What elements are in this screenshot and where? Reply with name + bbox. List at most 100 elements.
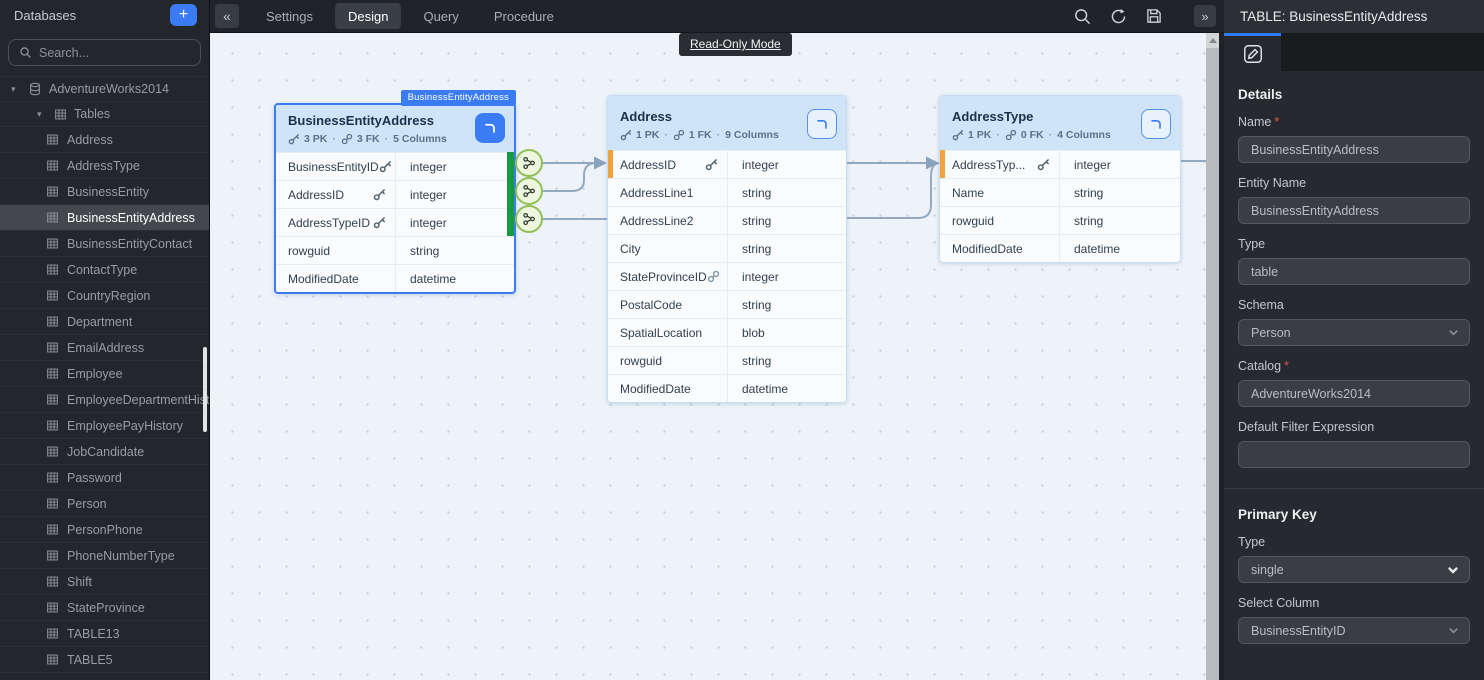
column-row[interactable]: AddressTypeID integer (276, 208, 514, 236)
fk-count: 3 FK (357, 133, 380, 145)
catalog-field[interactable] (1238, 380, 1470, 407)
sidebar-item-table[interactable]: EmailAddress (0, 334, 209, 360)
collapse-sidebar-button[interactable]: « (215, 4, 239, 28)
schema-dropdown[interactable]: Person (1238, 319, 1470, 346)
view-tab[interactable]: Settings (253, 3, 326, 29)
sidebar-item-table[interactable]: BusinessEntityAddress (0, 204, 209, 230)
column-type: string (728, 179, 846, 206)
er-node-businessentityaddress[interactable]: BusinessEntityAddress BusinessEntityAddr… (274, 103, 516, 294)
sidebar-item-table[interactable]: JobCandidate (0, 438, 209, 464)
pk-column-dropdown[interactable]: BusinessEntityID (1238, 617, 1470, 644)
table-icon (46, 133, 59, 146)
sidebar-item-table[interactable]: StateProvince (0, 594, 209, 620)
column-row[interactable]: AddressTyp... integer (940, 150, 1180, 178)
column-row[interactable]: rowguid string (608, 346, 846, 374)
tree-node-tables-group[interactable]: ▾ Tables (0, 101, 209, 126)
tab-edit[interactable] (1224, 33, 1281, 71)
search-icon[interactable] (1073, 7, 1092, 26)
chevron-down-icon[interactable]: ▾ (37, 109, 47, 120)
column-row[interactable]: ModifiedDate datetime (276, 264, 514, 292)
sidebar-item-table[interactable]: BusinessEntity (0, 178, 209, 204)
sidebar-item-table[interactable]: Person (0, 490, 209, 516)
refresh-icon[interactable] (1109, 7, 1128, 26)
pk-column-label: Select Column (1238, 596, 1470, 610)
view-tab[interactable]: Design (335, 3, 401, 29)
node-header: AddressType 1 PK · 0 FK · 4 Columns (940, 96, 1180, 150)
primary-key-heading: Primary Key (1238, 507, 1470, 522)
sidebar-item-table[interactable]: Employee (0, 360, 209, 386)
column-row[interactable]: BusinessEntityID integer (276, 152, 514, 180)
toolbar-actions: » (1073, 5, 1218, 27)
sidebar-item-table[interactable]: EmployeePayHistory (0, 412, 209, 438)
column-type: integer (728, 151, 846, 178)
table-name: StateProvince (67, 601, 145, 615)
column-row[interactable]: SpatialLocation blob (608, 318, 846, 346)
expand-panel-button[interactable]: » (1194, 5, 1216, 27)
column-name: PostalCode (620, 298, 682, 312)
search-input[interactable] (39, 46, 190, 60)
sidebar-item-table[interactable]: CountryRegion (0, 282, 209, 308)
scroll-up-button[interactable] (1206, 33, 1219, 48)
relation-connector-icon[interactable] (515, 177, 543, 205)
relations-toggle-button[interactable] (807, 109, 837, 139)
column-row[interactable]: rowguid string (940, 206, 1180, 234)
relations-toggle-button[interactable] (1141, 109, 1171, 139)
sidebar-item-table[interactable]: PhoneNumberType (0, 542, 209, 568)
er-diagram-canvas[interactable]: Read-Only Mode BusinessEntityAddress Bus… (210, 33, 1224, 680)
database-name: AdventureWorks2014 (49, 82, 169, 96)
column-row[interactable]: AddressLine2 string (608, 206, 846, 234)
add-database-button[interactable]: + (170, 4, 197, 26)
er-node-address[interactable]: Address 1 PK · 1 FK · 9 Columns (607, 95, 847, 403)
column-row[interactable]: rowguid string (276, 236, 514, 264)
save-icon[interactable] (1145, 7, 1163, 25)
view-tab[interactable]: Procedure (481, 3, 567, 29)
relation-connector-icon[interactable] (515, 149, 543, 177)
column-row[interactable]: AddressID integer (608, 150, 846, 178)
sidebar-scrollbar-thumb[interactable] (203, 347, 207, 432)
column-row[interactable]: ModifiedDate datetime (940, 234, 1180, 262)
relation-connector-icon[interactable] (515, 205, 543, 233)
filter-expression-field[interactable] (1238, 441, 1470, 468)
view-tab[interactable]: Query (410, 3, 471, 29)
entity-name-field[interactable] (1238, 197, 1470, 224)
column-row[interactable]: City string (608, 234, 846, 262)
sidebar-item-table[interactable]: Password (0, 464, 209, 490)
sidebar-item-table[interactable]: TABLE5 (0, 646, 209, 672)
sidebar-item-table[interactable]: EmployeeDepartmentHistory (0, 386, 209, 412)
pk-count: 1 PK (968, 129, 991, 141)
table-name: Employee (67, 367, 123, 381)
table-icon (46, 159, 59, 172)
column-row[interactable]: PostalCode string (608, 290, 846, 318)
sidebar-item-table[interactable]: TABLE13 (0, 620, 209, 646)
name-field[interactable] (1238, 136, 1470, 163)
chevron-down-icon[interactable]: ▾ (11, 84, 21, 95)
column-row[interactable]: AddressID integer (276, 180, 514, 208)
schema-label: Schema (1238, 298, 1470, 312)
sidebar-item-table[interactable]: BusinessEntityContact (0, 230, 209, 256)
node-meta: 1 PK · 1 FK · 9 Columns (620, 129, 779, 141)
table-name: Address (67, 133, 113, 147)
column-row[interactable]: ModifiedDate datetime (608, 374, 846, 402)
column-type: string (1060, 207, 1180, 234)
canvas-scrollbar[interactable] (1206, 33, 1219, 680)
column-type: string (396, 237, 514, 264)
sidebar-item-table[interactable]: AddressType (0, 152, 209, 178)
column-row[interactable]: StateProvinceID integer (608, 262, 846, 290)
sidebar-item-table[interactable]: PersonPhone (0, 516, 209, 542)
sidebar-item-table[interactable]: Address (0, 126, 209, 152)
tree-node-database[interactable]: ▾ AdventureWorks2014 (0, 76, 209, 101)
er-node-addresstype[interactable]: AddressType 1 PK · 0 FK · 4 Columns (939, 95, 1181, 263)
sidebar-item-table[interactable]: ContactType (0, 256, 209, 282)
sidebar-item-table[interactable]: Shift (0, 568, 209, 594)
sidebar-item-table[interactable]: Department (0, 308, 209, 334)
relations-toggle-button[interactable] (475, 113, 505, 143)
entity-name-label: Entity Name (1238, 176, 1470, 190)
column-row[interactable]: Name string (940, 178, 1180, 206)
sidebar-search-box[interactable] (8, 39, 201, 66)
column-name: AddressLine1 (620, 186, 693, 200)
pk-type-select[interactable]: single (1238, 556, 1470, 583)
column-row[interactable]: AddressLine1 string (608, 178, 846, 206)
type-field[interactable] (1238, 258, 1470, 285)
pk-type-label: Type (1238, 535, 1470, 549)
primary-key-icon (1037, 158, 1050, 171)
